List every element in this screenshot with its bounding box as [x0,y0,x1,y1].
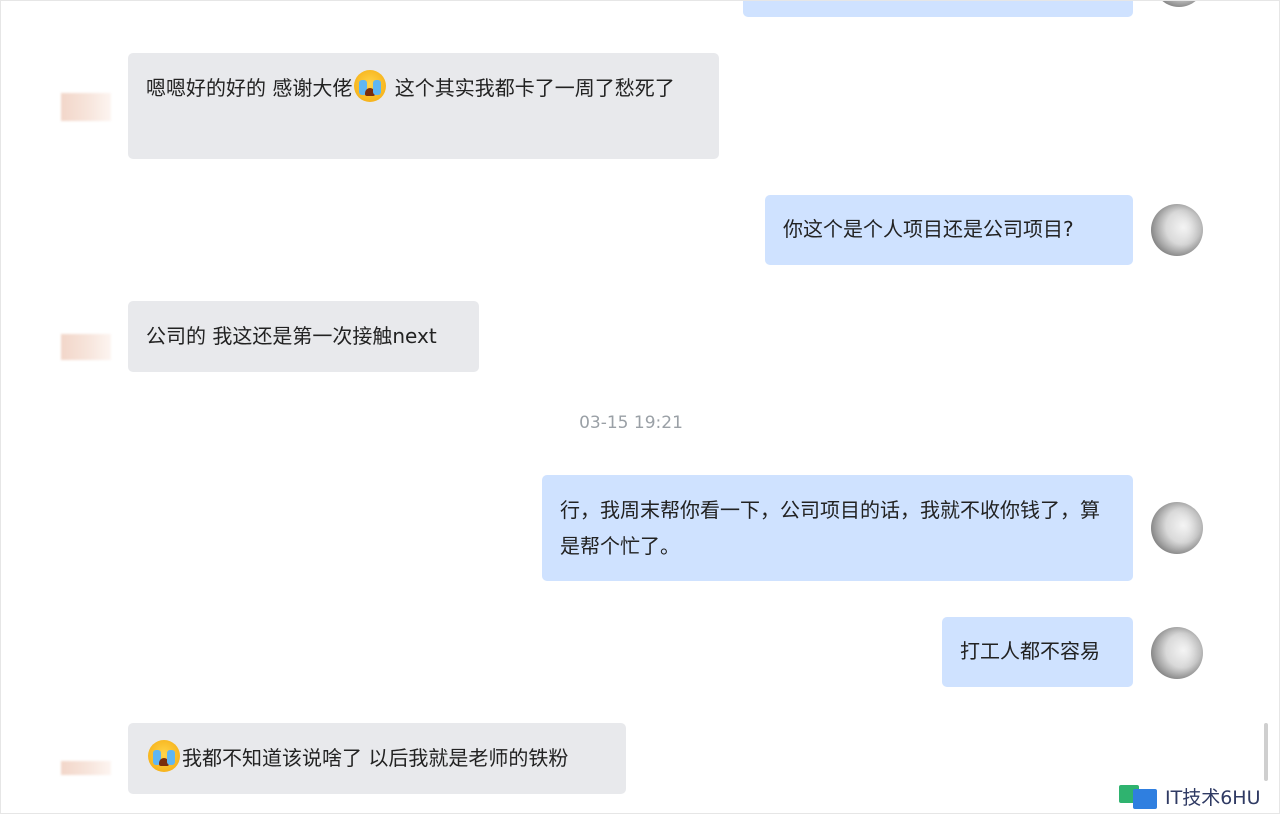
crying-face-icon [148,740,180,772]
avatar-self [1151,627,1203,679]
message-text: 我都不知道该说啥了 以后我就是老师的铁粉 [182,746,569,770]
message-text: 嗯嗯好的好的 感谢大佬 [146,76,353,100]
message-bubble-outgoing[interactable]: 打工人都不容易 [942,617,1133,687]
message-text: 公司的 我这还是第一次接触next [146,324,437,348]
book-logo-icon [1119,783,1159,809]
message-timestamp: 03-15 19:21 [579,413,683,433]
message-text: 你这个是个人项目还是公司项目? [783,217,1074,241]
avatar-self [1151,502,1203,554]
message-text: 打工人都不容易 [960,639,1100,663]
avatar-self [1151,204,1203,256]
watermark-text: IT技术6HU [1165,786,1261,809]
avatar-contact [61,93,111,121]
message-text: 行，我周末帮你看一下，公司项目的话，我就不收你钱了，算是帮个忙了。 [560,498,1100,558]
avatar-contact [61,761,111,775]
message-bubble-outgoing[interactable]: 行，我周末帮你看一下，公司项目的话，我就不收你钱了，算是帮个忙了。 [542,475,1133,581]
message-bubble-outgoing[interactable]: 你这个是个人项目还是公司项目? [765,195,1133,265]
message-text-continued: 这个其实我都卡了一周了愁死了 [388,76,675,100]
crying-face-icon [354,70,387,102]
chat-window: 嗯嗯好的好的 感谢大佬 这个其实我都卡了一周了愁死了 你这个是个人项目还是公司项… [0,0,1280,814]
scrollbar-thumb[interactable] [1264,723,1268,781]
message-bubble-incoming[interactable]: 嗯嗯好的好的 感谢大佬 这个其实我都卡了一周了愁死了 [128,53,719,159]
avatar-contact [61,334,111,360]
avatar-self-partial [1153,1,1205,7]
watermark: IT技术6HU [1119,782,1261,810]
message-bubble-partial [743,1,1133,17]
message-bubble-incoming[interactable]: 公司的 我这还是第一次接触next [128,301,479,372]
message-bubble-incoming[interactable]: 我都不知道该说啥了 以后我就是老师的铁粉 [128,723,626,794]
